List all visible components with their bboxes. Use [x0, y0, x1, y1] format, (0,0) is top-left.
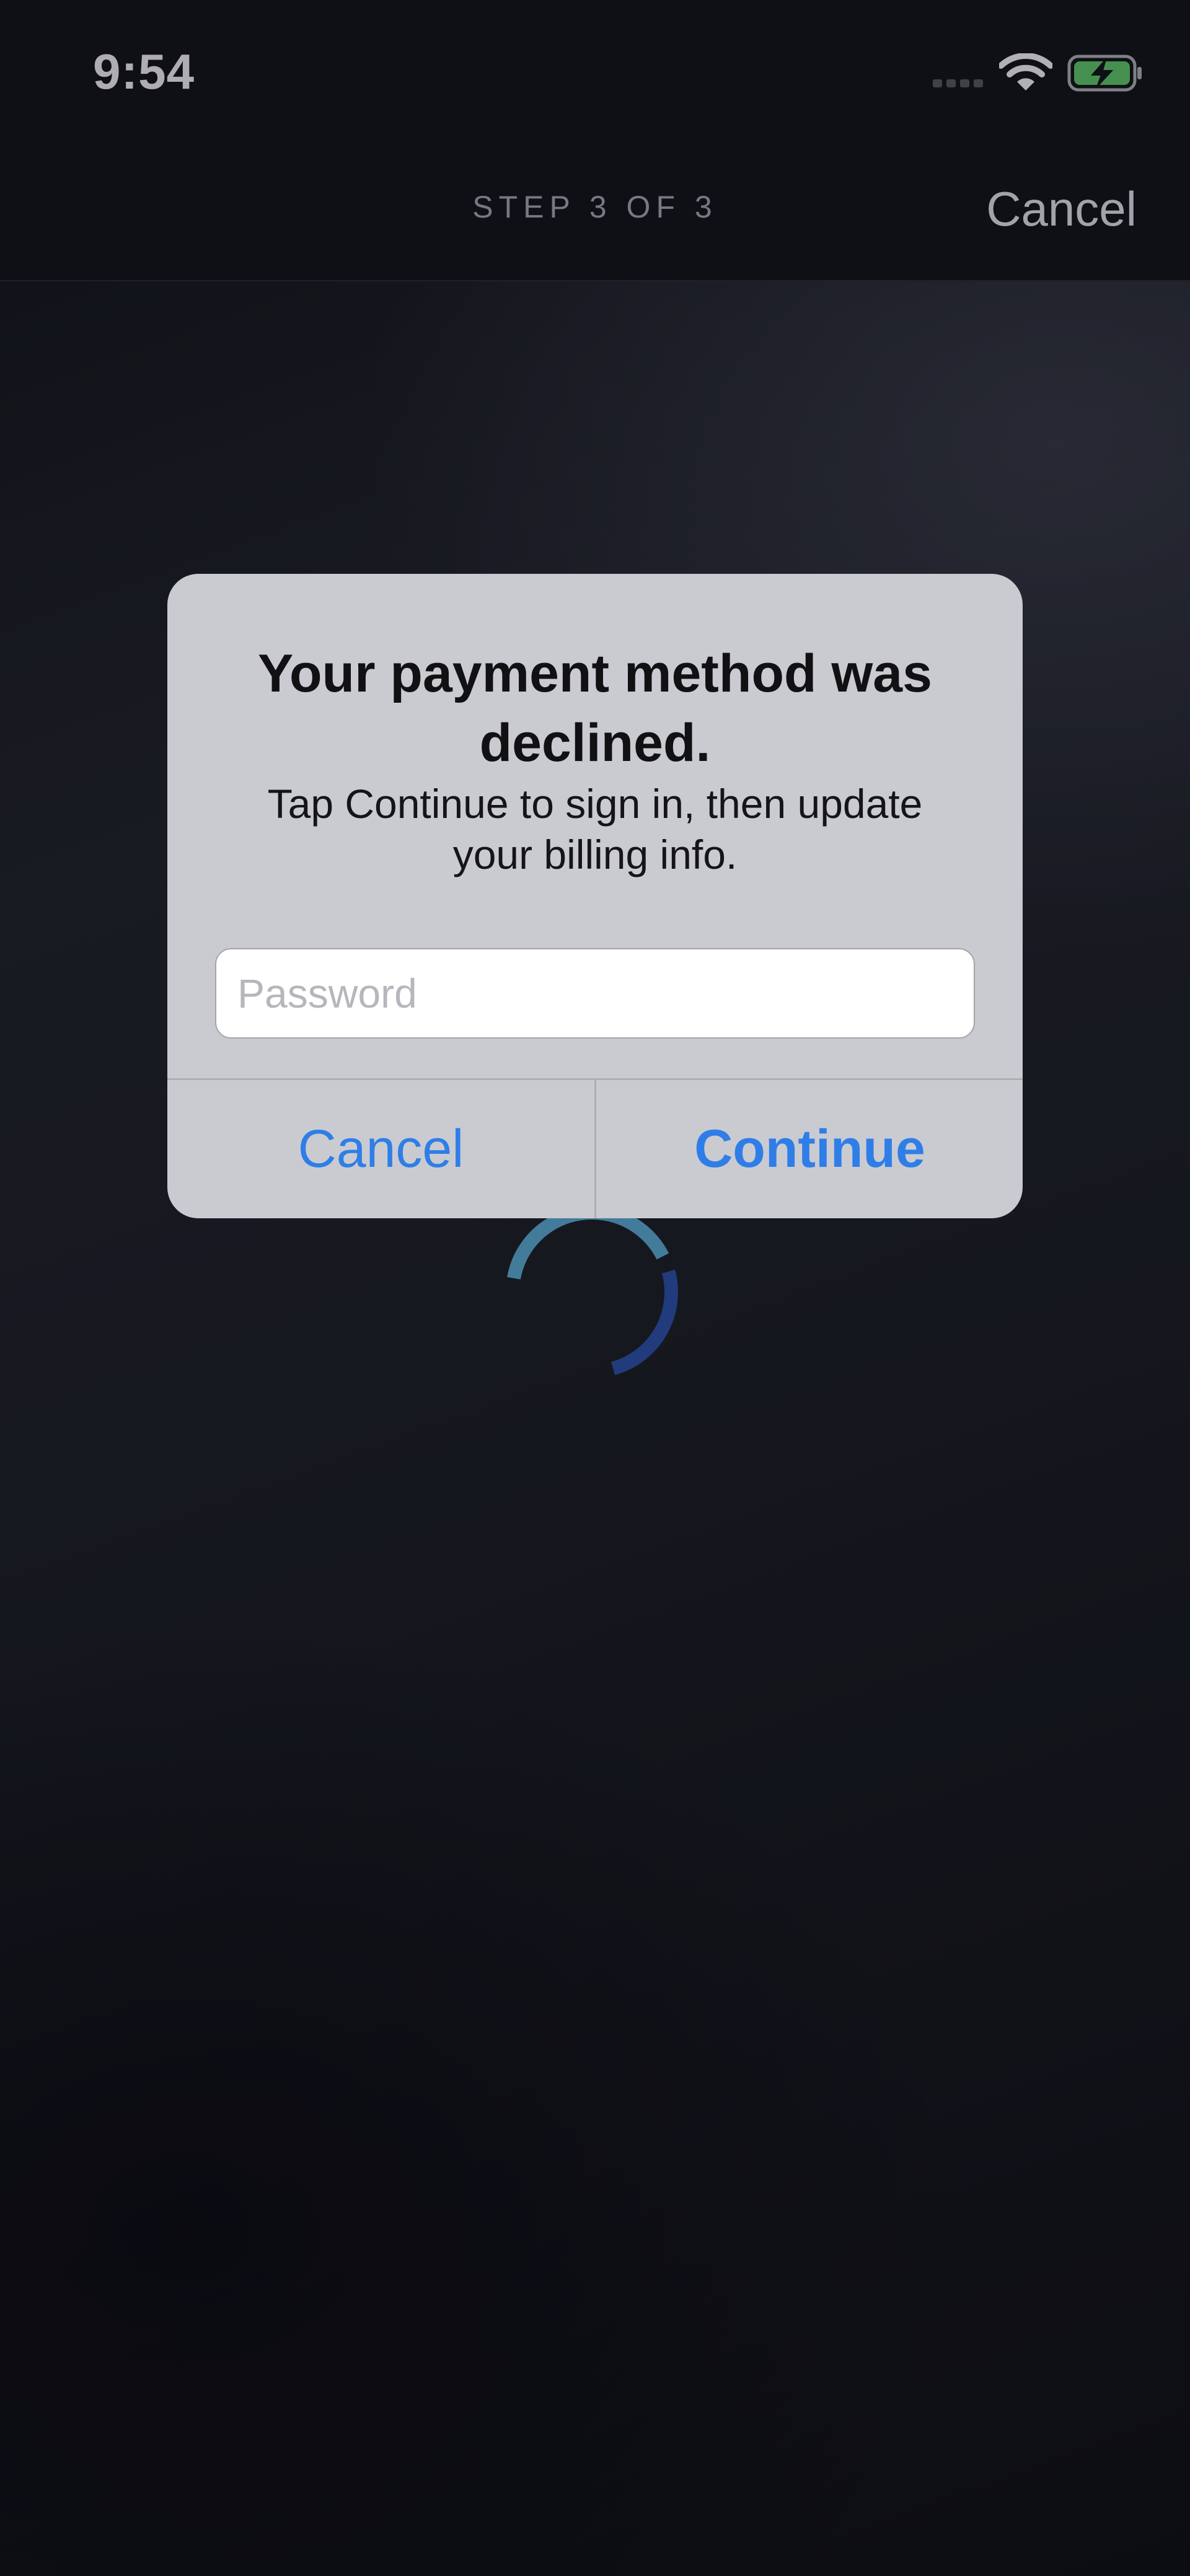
payment-declined-alert: Your payment method was declined. Tap Co…: [167, 574, 1023, 1218]
alert-cancel-button[interactable]: Cancel: [167, 1080, 594, 1218]
password-field[interactable]: [215, 948, 975, 1039]
alert-title: Your payment method was declined.: [258, 644, 932, 773]
alert-message: Tap Continue to sign in, then update you…: [267, 781, 923, 877]
alert-continue-button[interactable]: Continue: [596, 1080, 1023, 1218]
modal-overlay: [0, 0, 1190, 2576]
